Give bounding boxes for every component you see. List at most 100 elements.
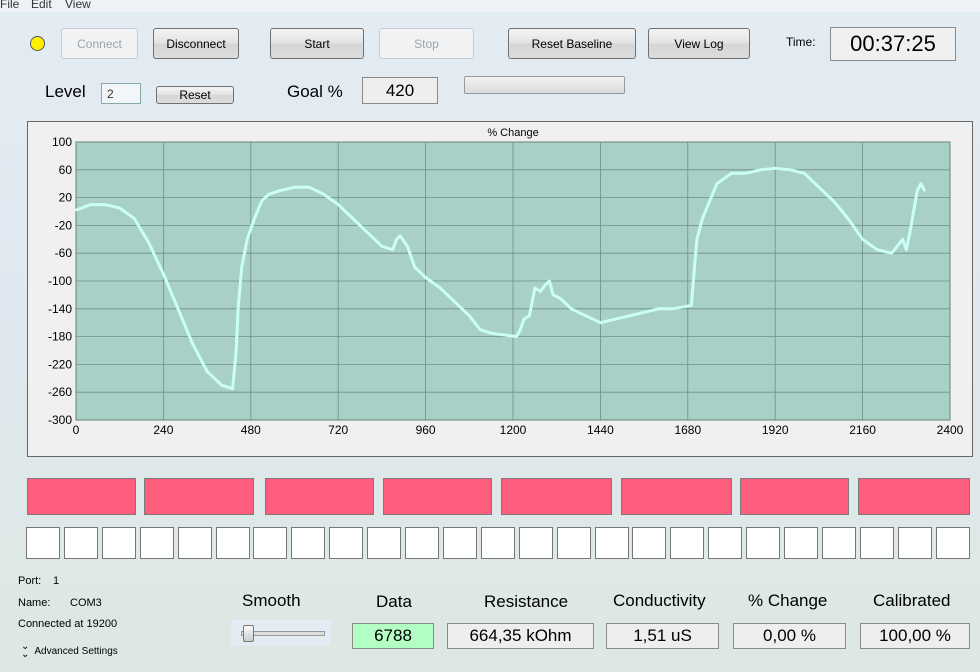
- data-point: [695, 238, 699, 241]
- x-tick-label: 2160: [849, 423, 876, 437]
- white-status-box: [139, 527, 174, 559]
- port-label: Port:: [18, 575, 42, 587]
- conductivity-label: Conductivity: [613, 591, 706, 610]
- x-tick-label: 0: [73, 423, 80, 437]
- data-point: [901, 238, 904, 241]
- data-point: [551, 293, 555, 297]
- data-point: [479, 328, 482, 331]
- advanced-settings-label: Advanced Settings: [34, 645, 118, 657]
- connect-button[interactable]: Connect: [61, 28, 138, 59]
- white-status-box: [708, 527, 743, 559]
- status-led-icon: [30, 36, 45, 51]
- white-status-box: [556, 527, 591, 559]
- data-point: [730, 172, 733, 175]
- data-point: [253, 217, 256, 220]
- data-point: [267, 192, 271, 196]
- start-button[interactable]: Start: [270, 28, 364, 59]
- disconnect-button[interactable]: Disconnect: [153, 28, 239, 59]
- white-status-box: [897, 527, 932, 559]
- red-status-block: [383, 478, 492, 515]
- white-status-box: [329, 527, 364, 559]
- red-status-block: [27, 478, 136, 515]
- red-status-block: [265, 478, 374, 515]
- data-point: [236, 307, 240, 310]
- data-point: [539, 290, 542, 293]
- data-point: [690, 304, 693, 307]
- data-point: [584, 314, 588, 317]
- data-point: [905, 248, 908, 251]
- white-status-box: [253, 527, 288, 559]
- menu-file[interactable]: File: [0, 0, 19, 11]
- advanced-settings-toggle[interactable]: ⌄ ⌄ Advanced Settings: [21, 642, 118, 660]
- percent-change-chart: % Change 0 240 480 720 960 1200 1440 1680 1920 216…: [48, 127, 964, 437]
- data-point: [548, 279, 551, 283]
- pct-change-label: % Change: [748, 591, 828, 610]
- white-status-box: [26, 527, 60, 559]
- white-status-box: [632, 527, 667, 559]
- data-point: [912, 210, 915, 213]
- data-point: [337, 203, 340, 206]
- data-point: [380, 245, 384, 248]
- data-point: [133, 217, 136, 220]
- data-point: [74, 208, 78, 212]
- data-point: [701, 217, 704, 220]
- white-status-box: [746, 527, 781, 559]
- time-display: 00:37:25: [830, 27, 956, 61]
- data-point: [774, 167, 777, 170]
- smooth-slider[interactable]: [231, 620, 331, 646]
- data-point: [544, 283, 547, 286]
- white-status-box: [291, 527, 326, 559]
- data-point: [260, 199, 263, 203]
- goal-label: Goal %: [287, 82, 343, 101]
- y-tick-label: -60: [55, 246, 73, 260]
- resistance-value: 664,35 kOhm: [447, 623, 594, 649]
- data-point: [515, 335, 518, 338]
- data-point: [278, 189, 282, 192]
- data-point: [245, 238, 249, 241]
- data-point: [919, 182, 923, 185]
- menu-edit[interactable]: Edit: [31, 0, 52, 11]
- data-point: [118, 206, 121, 210]
- data-point: [559, 297, 562, 300]
- data-point: [395, 238, 398, 241]
- level-input[interactable]: 2: [101, 83, 141, 104]
- data-point: [89, 203, 92, 206]
- data-point: [570, 307, 573, 310]
- data-point: [220, 384, 223, 387]
- reset-baseline-button[interactable]: Reset Baseline: [508, 28, 636, 59]
- data-point: [890, 252, 893, 255]
- data-point: [398, 234, 402, 238]
- data-point: [628, 314, 631, 317]
- data-point: [528, 314, 531, 317]
- connection-status: Connected at 19200: [18, 618, 118, 630]
- menu-view[interactable]: View: [65, 0, 91, 11]
- view-log-button[interactable]: View Log: [648, 28, 750, 59]
- white-status-box: [935, 527, 970, 559]
- white-status-box: [177, 527, 212, 559]
- data-point: [351, 217, 354, 220]
- stop-button[interactable]: Stop: [379, 28, 474, 59]
- white-status-box: [367, 527, 402, 559]
- data-label: Data: [376, 592, 412, 611]
- data-point: [657, 307, 660, 310]
- white-status-box: [821, 527, 856, 559]
- reset-level-button[interactable]: Reset: [156, 86, 234, 104]
- red-status-block: [144, 478, 254, 515]
- resistance-label: Resistance: [484, 592, 569, 611]
- data-point: [413, 265, 416, 269]
- data-point: [231, 387, 234, 390]
- y-tick-label: -180: [48, 330, 72, 344]
- white-status-box: [859, 527, 894, 559]
- x-tick-label: 480: [241, 423, 261, 437]
- data-point: [504, 334, 507, 337]
- data-point: [672, 307, 675, 310]
- y-tick-label: -20: [55, 218, 73, 232]
- level-label: Level: [45, 82, 86, 101]
- data-point: [191, 342, 194, 345]
- slider-thumb[interactable]: [243, 625, 254, 642]
- white-status-box: [63, 527, 98, 559]
- x-tick-label: 720: [328, 423, 348, 437]
- data-point: [322, 192, 325, 196]
- smooth-label: Smooth: [242, 591, 301, 610]
- y-tick-label: 100: [52, 135, 72, 149]
